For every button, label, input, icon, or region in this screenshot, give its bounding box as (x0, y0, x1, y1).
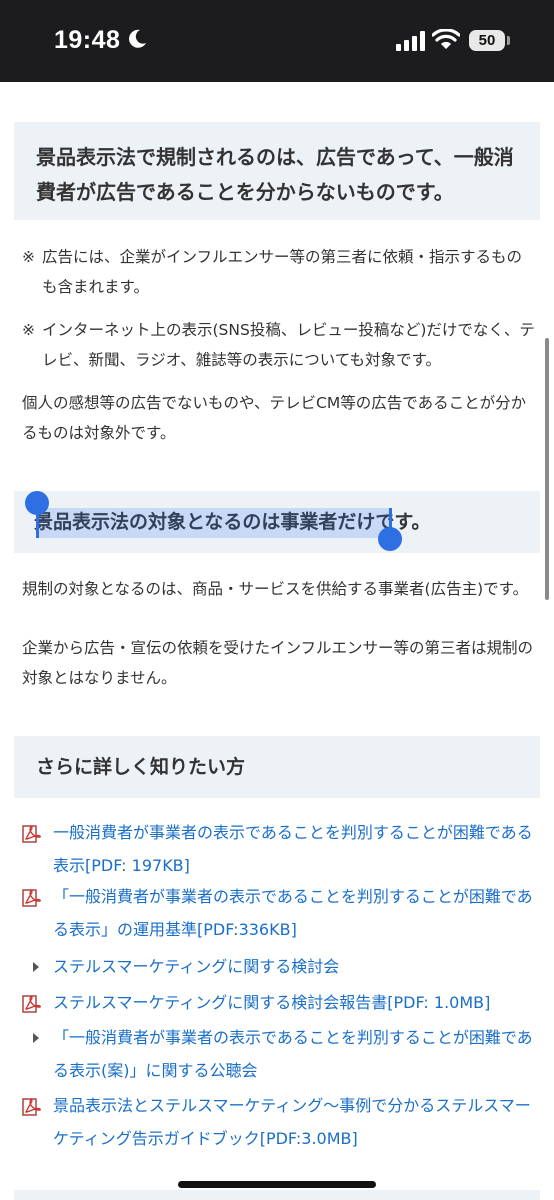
link-item[interactable]: 一般消費者が事業者の表示であることを判別することが困難である表示[PDF: 19… (22, 816, 537, 882)
link-item[interactable]: 景品表示法とステルスマーケティング～事例で分かるステルスマーケティング告示ガイド… (22, 1089, 537, 1155)
arrow-right-icon (33, 962, 39, 972)
link-item[interactable]: 「一般消費者が事業者の表示であることを判別することが困難である表示」の運用基準[… (22, 880, 537, 946)
selection-handle-start[interactable] (25, 491, 49, 515)
signal-icon (396, 31, 425, 51)
pdf-icon (22, 995, 41, 1013)
battery-icon: 50 (469, 30, 505, 51)
status-time: 19:48 (54, 26, 121, 54)
next-section-edge (14, 1190, 540, 1200)
arrow-right-icon (33, 1033, 39, 1043)
pdf-icon (22, 889, 41, 907)
note-text: インターネット上の表示(SNS投稿、レビュー投稿など)だけでなく、テレビ、新聞、… (42, 321, 535, 369)
pdf-icon (22, 825, 41, 843)
link-text[interactable]: ステルスマーケティングに関する検討会 (53, 957, 339, 976)
link-text[interactable]: ステルスマーケティングに関する検討会報告書[PDF: 1.0MB] (53, 993, 490, 1012)
section2-paragraph-1: 規制の対象となるのは、商品・サービスを供給する事業者(広告主)です。 (22, 580, 529, 598)
link-item[interactable]: 「一般消費者が事業者の表示であることを判別することが困難である表示(案)」に関す… (22, 1021, 537, 1087)
note-text: 広告には、企業がインフルエンサー等の第三者に依頼・指示するものも含まれます。 (42, 248, 523, 296)
section3-heading: さらに詳しく知りたい方 (14, 736, 540, 798)
text-selection-highlight (37, 508, 392, 538)
pdf-icon (22, 1098, 41, 1116)
section1-paragraph: 個人の感想等の広告でないものや、テレビCM等の広告であることが分かるものは対象外… (22, 394, 527, 442)
note-item: ※ 広告には、企業がインフルエンサー等の第三者に依頼・指示するものも含まれます。 (22, 242, 537, 302)
wifi-icon (432, 29, 460, 49)
link-text[interactable]: 「一般消費者が事業者の表示であることを判別することが困難である表示」の運用基準[… (53, 887, 533, 939)
section1-heading: 景品表示法で規制されるのは、広告であって、一般消費者が広告であることを分からない… (14, 122, 540, 220)
note-item: ※ インターネット上の表示(SNS投稿、レビュー投稿など)だけでなく、テレビ、新… (22, 315, 537, 375)
scrollbar[interactable] (545, 338, 549, 600)
note-mark: ※ (22, 248, 35, 266)
moon-icon (129, 29, 146, 48)
selection-handle-end[interactable] (378, 527, 402, 551)
link-text[interactable]: 「一般消費者が事業者の表示であることを判別することが困難である表示(案)」に関す… (53, 1028, 533, 1080)
link-item[interactable]: ステルスマーケティングに関する検討会 (22, 950, 537, 983)
link-item[interactable]: ステルスマーケティングに関する検討会報告書[PDF: 1.0MB] (22, 986, 537, 1019)
status-bar: 19:48 50 (0, 0, 554, 82)
home-indicator[interactable] (178, 1181, 376, 1188)
battery-tip (507, 36, 510, 45)
note-mark: ※ (22, 321, 35, 339)
link-text[interactable]: 一般消費者が事業者の表示であることを判別することが困難である表示[PDF: 19… (53, 823, 533, 875)
link-text[interactable]: 景品表示法とステルスマーケティング～事例で分かるステルスマーケティング告示ガイド… (53, 1096, 531, 1148)
section2-paragraph-2: 企業から広告・宣伝の依頼を受けたインフルエンサー等の第三者は規制の対象とはなりま… (22, 639, 534, 687)
